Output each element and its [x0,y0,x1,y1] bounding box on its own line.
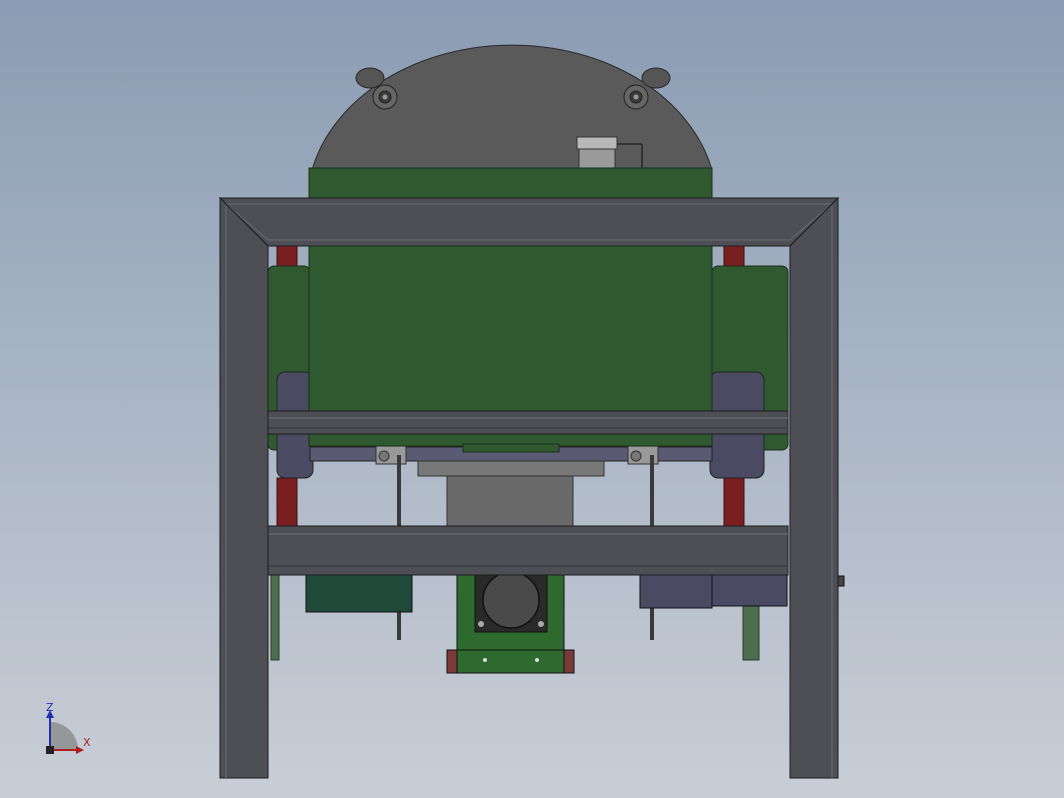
bolt-right [623,84,649,110]
triad-origin [46,746,54,754]
post-upper-left [276,245,298,269]
assembly-drawing: Z X [46,44,845,779]
housing-base-tab [462,443,560,453]
frame-top-beam [218,197,840,247]
central-gearbox [446,571,575,674]
housing-top-band [308,167,713,199]
cad-viewport[interactable]: Z X [0,0,1064,798]
mount-plate [417,460,605,477]
dome-lug-left [355,67,385,89]
gearbox-neck [446,475,574,529]
z-axis-label: Z [46,701,54,714]
motor-right-cap [711,573,788,607]
upper-cross-beam [267,410,789,435]
frame-leg-left [219,196,269,779]
motor-left [305,573,413,613]
clamp-left [375,445,407,465]
frame-leg-right [789,196,839,779]
orientation-triad[interactable]: Z X [46,701,91,754]
dome-cover [311,44,713,171]
dome-assembly [311,44,713,171]
post-upper-right [723,245,745,269]
dome-lug-right [641,67,671,89]
post-lower-left [276,477,298,527]
lower-cross-beam [267,525,789,576]
post-lower-right [723,477,745,527]
rod-left [270,574,280,661]
motor-right-body [639,573,713,609]
x-axis-label: X [83,736,91,749]
triad-plane [50,722,78,750]
bolt-left [372,84,398,110]
